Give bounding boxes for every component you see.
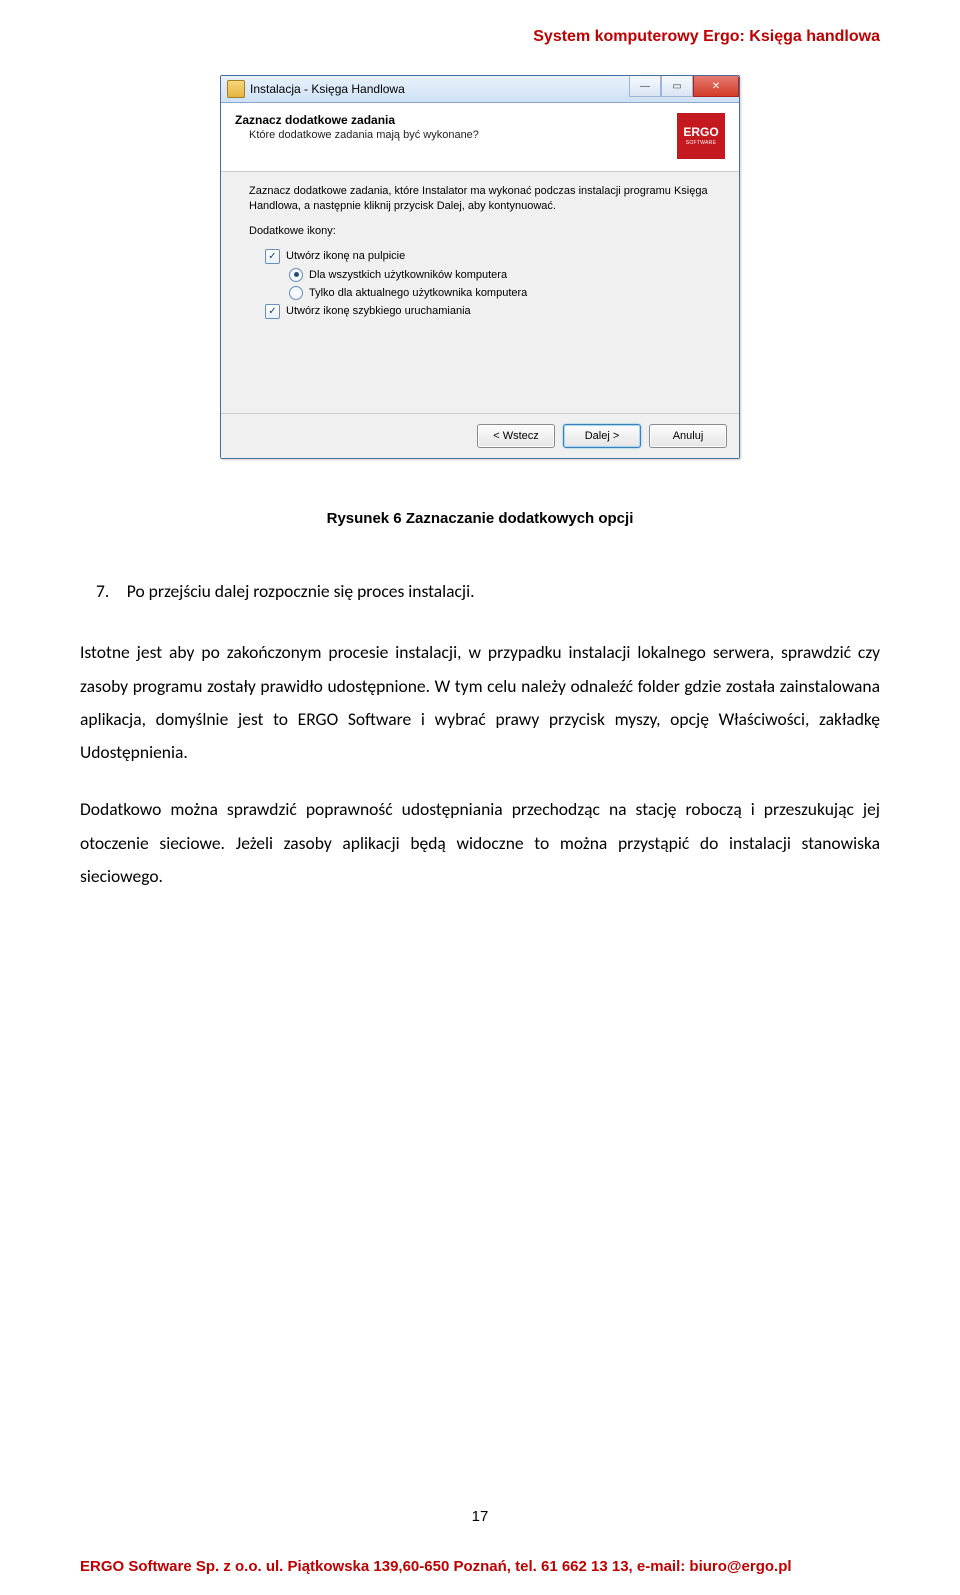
section-label: Dodatkowe ikony: <box>249 224 711 239</box>
cancel-button[interactable]: Anuluj <box>649 424 727 448</box>
next-button[interactable]: Dalej > <box>563 424 641 448</box>
wizard-title: Zaznacz dodatkowe zadania <box>235 113 667 127</box>
wizard-subtitle: Które dodatkowe zadania mają być wykonan… <box>249 129 667 141</box>
page-footer: ERGO Software Sp. z o.o. ul. Piątkowska … <box>80 1558 880 1575</box>
wizard-header: Zaznacz dodatkowe zadania Które dodatkow… <box>221 103 739 172</box>
checkbox-quicklaunch-row[interactable]: ✓ Utwórz ikonę szybkiego uruchamiania <box>265 304 711 319</box>
paragraph-1: Istotne jest aby po zakończonym procesie… <box>80 636 880 769</box>
logo-text: ERGO <box>683 126 718 138</box>
checkbox-icon: ✓ <box>265 249 280 264</box>
radio-current-user-row[interactable]: Tylko dla aktualnego użytkownika kompute… <box>289 286 711 300</box>
back-button[interactable]: < Wstecz <box>477 424 555 448</box>
wizard-button-row: < Wstecz Dalej > Anuluj <box>221 413 739 458</box>
window-titlebar: Instalacja - Księga Handlowa — ▭ ✕ <box>221 76 739 103</box>
checkbox-quicklaunch-label: Utwórz ikonę szybkiego uruchamiania <box>286 305 471 317</box>
window-controls: — ▭ ✕ <box>629 76 739 102</box>
page-number: 17 <box>0 1508 960 1525</box>
radio-all-users-label: Dla wszystkich użytkowników komputera <box>309 269 507 281</box>
window-title: Instalacja - Księga Handlowa <box>250 82 629 96</box>
checkbox-desktop-label: Utwórz ikonę na pulpicie <box>286 250 405 262</box>
ergo-logo: ERGO SOFTWARE <box>677 113 725 159</box>
document-page: System komputerowy Ergo: Księga handlowa… <box>0 0 960 1595</box>
radio-all-users-row[interactable]: Dla wszystkich użytkowników komputera <box>289 268 711 282</box>
maximize-button[interactable]: ▭ <box>661 76 693 97</box>
checkbox-desktop-row[interactable]: ✓ Utwórz ikonę na pulpicie <box>265 249 711 264</box>
list-item-7: 7. Po przejściu dalej rozpocznie się pro… <box>116 575 880 608</box>
minimize-button[interactable]: — <box>629 76 661 97</box>
close-button[interactable]: ✕ <box>693 76 739 97</box>
document-body: 7. Po przejściu dalej rozpocznie się pro… <box>80 575 880 917</box>
figure-caption: Rysunek 6 Zaznaczanie dodatkowych opcji <box>0 510 960 527</box>
logo-subtext: SOFTWARE <box>686 141 717 146</box>
installer-window: Instalacja - Księga Handlowa — ▭ ✕ Zazna… <box>220 75 740 459</box>
radio-icon <box>289 286 303 300</box>
intro-text: Zaznacz dodatkowe zadania, które Instala… <box>249 184 711 214</box>
paragraph-2: Dodatkowo można sprawdzić poprawność udo… <box>80 793 880 893</box>
page-header: System komputerowy Ergo: Księga handlowa <box>533 28 880 46</box>
installer-screenshot: Instalacja - Księga Handlowa — ▭ ✕ Zazna… <box>220 75 740 459</box>
radio-current-user-label: Tylko dla aktualnego użytkownika kompute… <box>309 287 527 299</box>
radio-icon <box>289 268 303 282</box>
checkbox-icon: ✓ <box>265 304 280 319</box>
wizard-body: Zaznacz dodatkowe zadania, które Instala… <box>221 172 739 413</box>
app-icon <box>227 80 245 98</box>
